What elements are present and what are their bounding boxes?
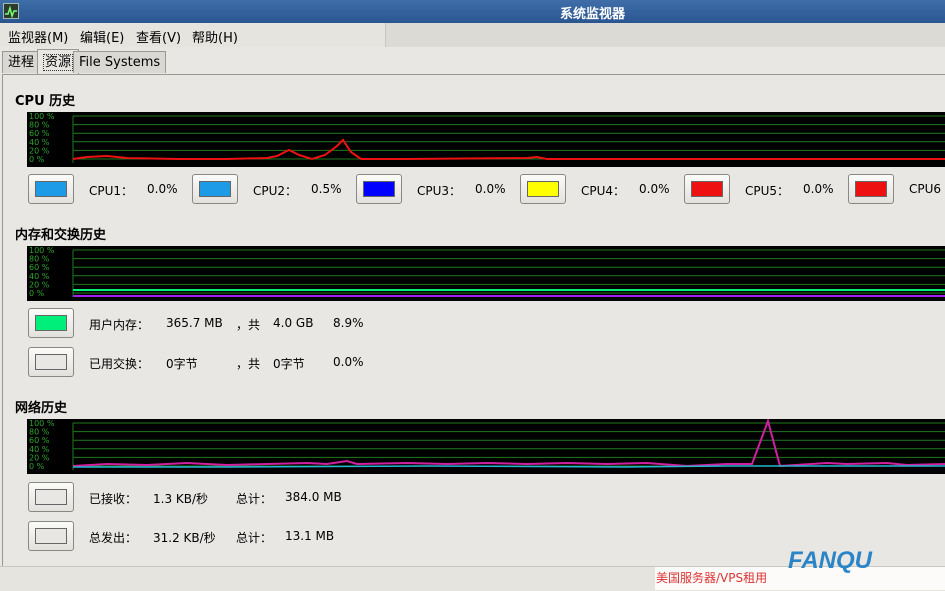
user-memory-color-swatch <box>35 315 67 331</box>
swap-color-swatch <box>35 354 67 370</box>
title-bar: 系统监视器 <box>0 0 945 23</box>
menu-bar: 监视器(M) 编辑(E) 查看(V) 帮助(H) <box>0 23 945 47</box>
cpu2-color-button[interactable] <box>192 174 238 204</box>
sent-label: 总发出： <box>89 531 138 545</box>
user-memory-total: 4.0 GB <box>273 316 314 330</box>
notebook-tabs: 进程 资源 File Systems <box>0 47 945 75</box>
sent-color-swatch <box>35 528 67 544</box>
cpu4-value: 0.0% <box>639 182 670 196</box>
memory-graph-tick-label: 0 % <box>29 289 45 298</box>
cpu1-label: CPU1： <box>89 184 134 198</box>
cpu6-color-button[interactable] <box>848 174 894 204</box>
cpu1-color-button[interactable] <box>28 174 74 204</box>
cpu3-color-swatch <box>363 181 395 197</box>
swap-label: 已用交换： <box>89 357 150 371</box>
tab-file-systems-label: File Systems <box>79 55 161 70</box>
received-color-swatch <box>35 489 67 505</box>
swap-percent: 0.0% <box>333 355 364 369</box>
menu-edit[interactable]: 编辑(E) <box>80 27 124 46</box>
watermark-logo: FANQU <box>788 547 872 574</box>
cpu5-color-swatch <box>691 181 723 197</box>
cpu-graph-tick-label: 0 % <box>29 155 45 164</box>
sent-color-button[interactable] <box>28 521 74 551</box>
window-title: 系统监视器 <box>559 7 625 22</box>
swap-color-button[interactable] <box>28 347 74 377</box>
received-rate: 1.3 KB/秒 <box>153 492 209 506</box>
watermark-text: 美国服务器/VPS租用 <box>656 571 768 585</box>
menu-view[interactable]: 查看(V) <box>136 27 181 46</box>
cpu3-value: 0.0% <box>475 182 506 196</box>
tab-processes-label: 进程 <box>8 55 35 70</box>
received-total-label: 总计： <box>236 492 273 506</box>
cpu4-color-button[interactable] <box>520 174 566 204</box>
swap-total-label: ，共 <box>236 357 261 371</box>
cpu2-color-swatch <box>199 181 231 197</box>
menu-help[interactable]: 帮助(H) <box>192 27 238 46</box>
cpu-usage-line <box>72 138 945 161</box>
sent-rate: 31.2 KB/秒 <box>153 531 216 545</box>
cpu-history-title: CPU 历史 <box>15 94 76 109</box>
cpu3-color-button[interactable] <box>356 174 402 204</box>
cpu4-label: CPU4： <box>581 184 626 198</box>
cpu6-color-swatch <box>855 181 887 197</box>
received-label: 已接收： <box>89 492 138 506</box>
user-memory-percent: 8.9% <box>333 316 364 330</box>
sent-total: 13.1 MB <box>285 529 335 543</box>
user-memory-color-button[interactable] <box>28 308 74 338</box>
cpu3-label: CPU3： <box>417 184 462 198</box>
received-total: 384.0 MB <box>285 490 342 504</box>
cpu5-color-button[interactable] <box>684 174 730 204</box>
cpu1-value: 0.0% <box>147 182 178 196</box>
cpu5-label: CPU5： <box>745 184 790 198</box>
tab-processes[interactable]: 进程 <box>2 51 41 73</box>
memory-swap-history-title: 内存和交换历史 <box>15 228 107 243</box>
menu-bar-filler <box>385 23 945 47</box>
network-history-title: 网络历史 <box>15 401 68 416</box>
network-graph-tick-label: 0 % <box>29 462 45 471</box>
swap-total: 0字节 <box>273 357 305 371</box>
menu-monitor[interactable]: 监视器(M) <box>8 27 68 46</box>
memory-graph-svg: 100 %80 %60 %40 %20 %0 % <box>29 246 945 298</box>
user-memory-total-label: ，共 <box>236 318 261 332</box>
cpu1-color-swatch <box>35 181 67 197</box>
received-color-button[interactable] <box>28 482 74 512</box>
cpu4-color-swatch <box>527 181 559 197</box>
network-sent-line <box>72 419 945 468</box>
tab-resources-label: 资源 <box>43 54 74 71</box>
memory-history-graph: 100 % 80 % 60 % 40 % 20 % 0 % <box>27 246 945 301</box>
network-history-graph: 100 % 80 % 60 % 40 % 20 % 0 % <box>27 419 945 474</box>
user-memory-used: 365.7 MB <box>166 316 223 330</box>
user-memory-label: 用户内存： <box>89 318 150 332</box>
cpu5-value: 0.0% <box>803 182 834 196</box>
tab-file-systems[interactable]: File Systems <box>73 51 167 73</box>
cpu2-value: 0.5% <box>311 182 342 196</box>
cpu6-label: CPU6 <box>909 182 942 196</box>
cpu-graph-svg: 100 %80 %60 %40 %20 %0 % <box>29 112 945 164</box>
network-graph-svg: 100 %80 %60 %40 %20 %0 % <box>29 419 945 471</box>
sent-total-label: 总计： <box>236 531 273 545</box>
swap-used: 0字节 <box>166 357 198 371</box>
cpu-history-graph: 100 % 80 % 60 % 40 % 20 % 0 % <box>27 112 945 167</box>
cpu2-label: CPU2： <box>253 184 298 198</box>
